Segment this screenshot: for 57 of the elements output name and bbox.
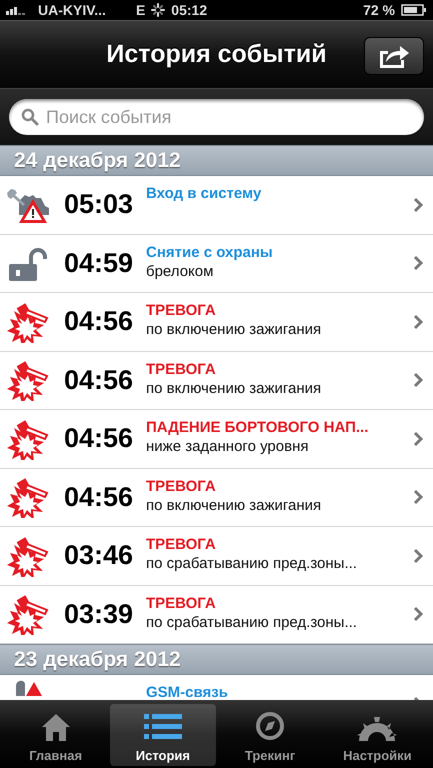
share-button[interactable] bbox=[364, 37, 424, 75]
tab-item[interactable]: История bbox=[110, 704, 216, 766]
event-detail: брелоком bbox=[146, 262, 214, 280]
hammer-burst-icon bbox=[7, 359, 51, 402]
date-header: 23 декабря 2012 bbox=[0, 644, 433, 675]
clock-time: 05:12 bbox=[171, 2, 208, 18]
event-detail: по срабатыванию пред.зоны... bbox=[146, 614, 358, 630]
event-title: ТРЕВОГА bbox=[146, 360, 217, 378]
hammer-burst-icon bbox=[7, 476, 51, 518]
search-icon bbox=[21, 108, 39, 126]
hammer-burst-icon bbox=[7, 418, 51, 460]
tab-item[interactable]: Настройки bbox=[324, 704, 430, 766]
hammer-burst-icon bbox=[7, 593, 51, 636]
event-time: 04:56 bbox=[63, 423, 134, 454]
search-field[interactable]: Поиск события bbox=[9, 99, 424, 135]
event-title: ПАДЕНИЕ БОРТОВОГО НАП... bbox=[146, 419, 370, 436]
event-time: 04:56 bbox=[63, 306, 134, 338]
event-title: Снятие с охраны bbox=[146, 244, 274, 260]
event-title: ТРЕВОГА bbox=[146, 302, 217, 319]
event-time: 03:39 bbox=[63, 598, 134, 630]
hammer-burst-icon bbox=[7, 534, 51, 577]
event-time: 04:56 bbox=[63, 482, 134, 513]
house-icon bbox=[40, 713, 71, 741]
tab-label: Трекинг bbox=[244, 748, 296, 763]
share-icon bbox=[378, 43, 410, 69]
event-title: GSM-связь bbox=[146, 684, 229, 700]
event-detail: по включению зажигания bbox=[146, 321, 322, 338]
event-detail: по включению зажигания bbox=[146, 496, 322, 514]
event-detail: по включению зажигания bbox=[146, 380, 322, 396]
event-title: ТРЕВОГА bbox=[146, 594, 217, 612]
hammer-burst-icon bbox=[7, 300, 51, 343]
compass-icon bbox=[255, 711, 286, 741]
carrier-name: UA-KYIV... bbox=[38, 2, 106, 18]
tab-label: Настройки bbox=[343, 748, 412, 763]
gear-icon bbox=[355, 715, 400, 741]
tab-label: Главная bbox=[29, 748, 82, 763]
event-time: 05:03 bbox=[63, 189, 134, 220]
event-row[interactable]: 03:39 ТРЕВОГА по срабатыванию пред.зоны... bbox=[0, 586, 433, 644]
spinner-icon bbox=[151, 3, 166, 17]
battery-icon bbox=[401, 4, 427, 16]
event-title: Вход в систему bbox=[146, 185, 262, 202]
event-detail: по срабатыванию пред.зоны... bbox=[146, 555, 358, 572]
date-header: 24 декабря 2012 bbox=[0, 145, 433, 176]
screen-title: История событий bbox=[106, 40, 327, 69]
tab-label: История bbox=[136, 748, 190, 763]
network-type: E bbox=[136, 2, 146, 18]
event-time: 03:46 bbox=[63, 540, 134, 572]
event-title: ТРЕВОГА bbox=[146, 478, 217, 494]
event-time: 04:59 bbox=[63, 248, 134, 279]
event-time: 04:56 bbox=[63, 364, 134, 396]
event-detail: ниже заданного уровня bbox=[146, 438, 310, 455]
phone-warning-icon bbox=[14, 680, 44, 696]
battery-percent: 72 % bbox=[363, 2, 395, 18]
list-icon bbox=[144, 713, 182, 741]
event-title: ТРЕВОГА bbox=[146, 536, 217, 553]
tab-item[interactable]: Трекинг bbox=[218, 704, 323, 766]
tab-item[interactable]: Главная bbox=[3, 704, 108, 766]
